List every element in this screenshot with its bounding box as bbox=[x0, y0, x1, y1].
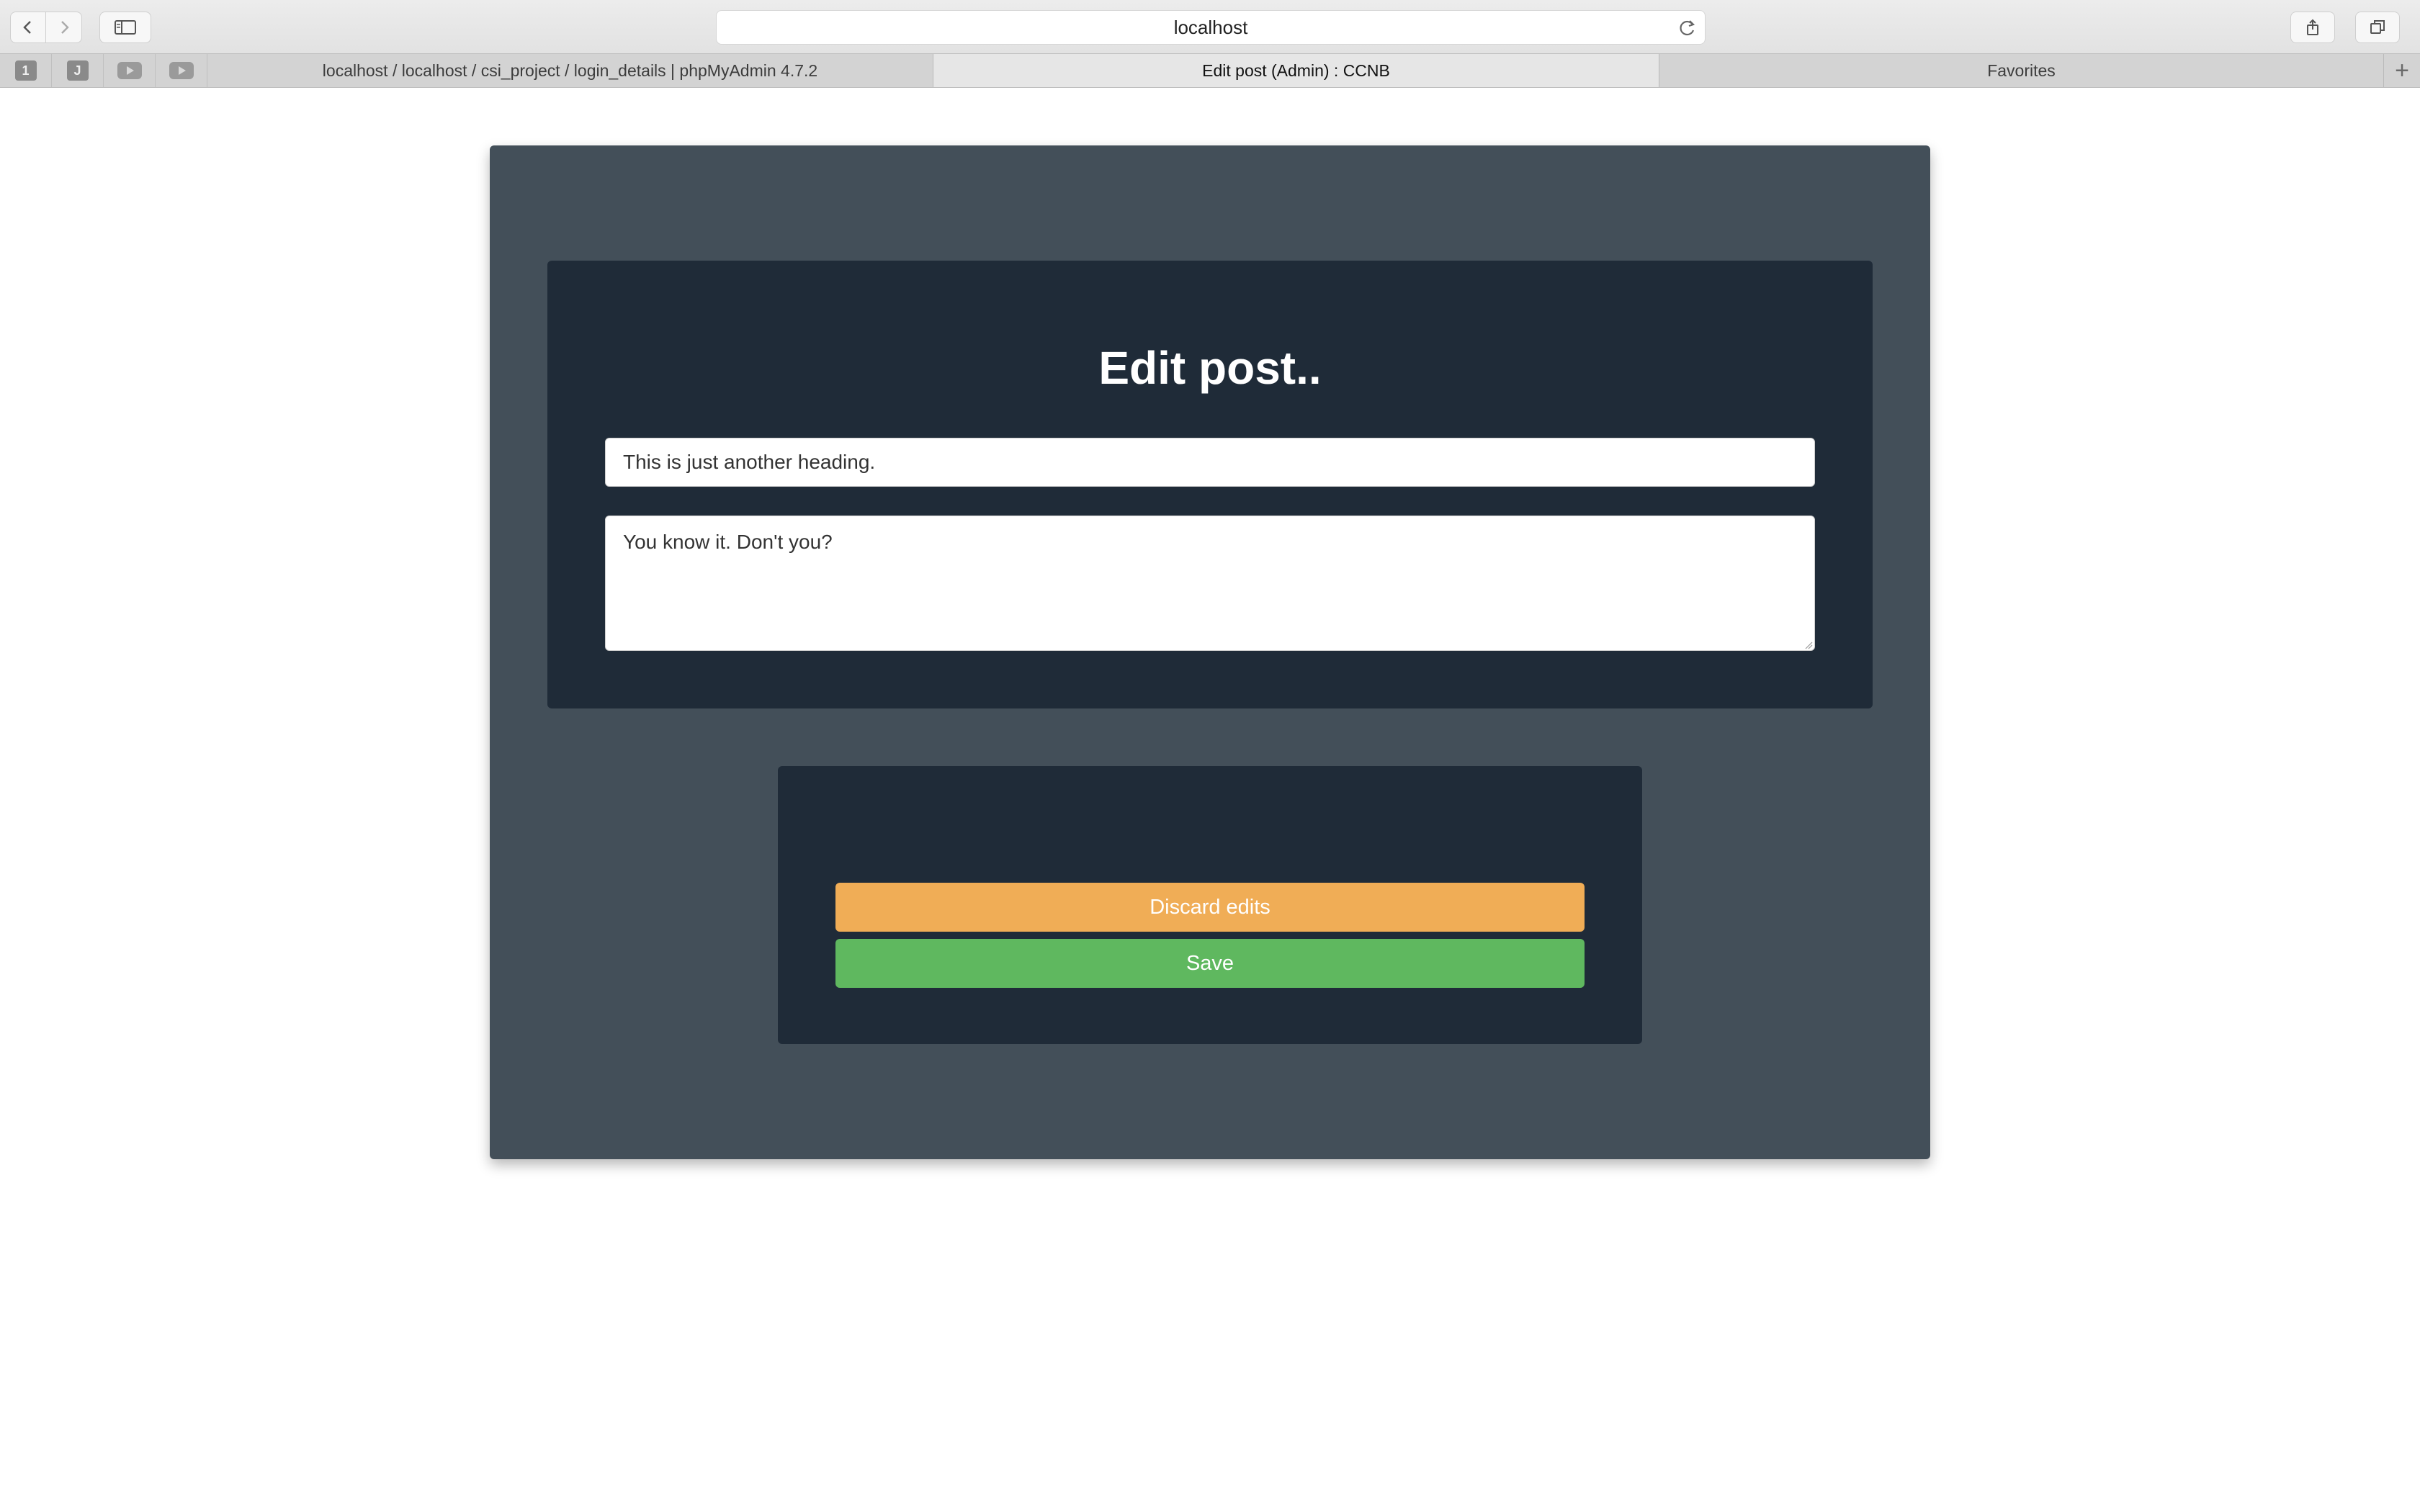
sidebar-toggle-button[interactable] bbox=[99, 12, 151, 43]
pinned-tab-4[interactable] bbox=[156, 54, 207, 87]
youtube-icon bbox=[169, 62, 194, 79]
chevron-left-icon bbox=[23, 21, 31, 34]
chevron-right-icon bbox=[60, 21, 69, 34]
edit-post-card: Edit post.. You know it. Don't you? bbox=[547, 261, 1873, 708]
letter-j-icon: J bbox=[66, 60, 89, 81]
youtube-icon bbox=[117, 62, 142, 79]
tab-phpmyadmin[interactable]: localhost / localhost / csi_project / lo… bbox=[207, 54, 933, 87]
pinned-tab-2[interactable]: J bbox=[52, 54, 104, 87]
new-tab-button[interactable]: + bbox=[2384, 54, 2420, 87]
tab-edit-post[interactable]: Edit post (Admin) : CCNB bbox=[933, 54, 1659, 87]
tab-bar: 1 J localhost / localhost / csi_project … bbox=[0, 53, 2420, 88]
actions-card: Discard edits Save bbox=[778, 766, 1642, 1044]
sidebar-icon bbox=[115, 20, 136, 35]
body-textarea[interactable]: You know it. Don't you? bbox=[605, 516, 1815, 651]
pinned-tab-3[interactable] bbox=[104, 54, 156, 87]
tabs-icon bbox=[2370, 20, 2385, 34]
tab-overview-button[interactable] bbox=[2355, 12, 2400, 43]
browser-toolbar: localhost bbox=[0, 0, 2420, 53]
save-button[interactable]: Save bbox=[835, 939, 1585, 988]
pinned-tab-1[interactable]: 1 bbox=[0, 54, 52, 87]
address-text: localhost bbox=[1173, 16, 1248, 38]
forward-button[interactable] bbox=[46, 12, 82, 43]
page-title: Edit post.. bbox=[1098, 342, 1322, 394]
share-button[interactable] bbox=[2290, 12, 2335, 43]
tab-favorites[interactable]: Favorites bbox=[1659, 54, 2384, 87]
page-container: Edit post.. You know it. Don't you? Disc… bbox=[490, 145, 1930, 1159]
heading-input[interactable] bbox=[605, 438, 1815, 487]
reload-icon[interactable] bbox=[1677, 18, 1698, 38]
back-button[interactable] bbox=[10, 12, 46, 43]
share-icon bbox=[2307, 19, 2318, 35]
discard-edits-button[interactable]: Discard edits bbox=[835, 883, 1585, 932]
number-one-icon: 1 bbox=[14, 60, 37, 81]
address-bar[interactable]: localhost bbox=[716, 10, 1706, 45]
resize-grip-icon[interactable] bbox=[1804, 641, 1813, 649]
